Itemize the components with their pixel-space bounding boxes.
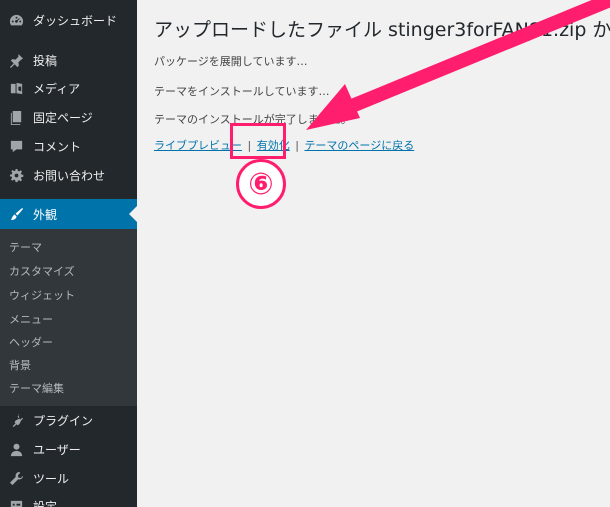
live-preview-link[interactable]: ライブプレビュー bbox=[154, 139, 242, 152]
sidebar-item-label: お問い合わせ bbox=[33, 168, 106, 183]
submenu-item-background[interactable]: 背景 bbox=[9, 357, 31, 373]
sidebar-item-posts[interactable]: 投稿 bbox=[0, 47, 137, 73]
step-number-badge: ⑥ bbox=[236, 159, 286, 209]
page-icon bbox=[8, 109, 24, 125]
sidebar-item-comments[interactable]: コメント bbox=[0, 133, 137, 159]
activate-highlight-box bbox=[230, 123, 286, 159]
back-to-themes-link[interactable]: テーマのページに戻る bbox=[304, 139, 414, 152]
sidebar-item-label: 投稿 bbox=[33, 53, 58, 68]
sidebar-item-contact[interactable]: お問い合わせ bbox=[0, 162, 137, 188]
user-icon bbox=[8, 441, 24, 457]
wp-admin-window: ダッシュボード 投稿 メディア 固定ページ コメント お問い合わせ 外観 テーマ… bbox=[0, 0, 610, 507]
sidebar-item-media[interactable]: メディア bbox=[0, 75, 137, 101]
submenu-item-theme-editor[interactable]: テーマ編集 bbox=[9, 380, 64, 396]
plugin-icon bbox=[8, 412, 24, 428]
sidebar-item-label: ダッシュボード bbox=[33, 13, 118, 28]
admin-sidebar: ダッシュボード 投稿 メディア 固定ページ コメント お問い合わせ 外観 テーマ… bbox=[0, 0, 137, 507]
link-separator: | bbox=[295, 139, 299, 152]
sidebar-item-label: 固定ページ bbox=[33, 110, 93, 125]
sidebar-item-label: ツール bbox=[33, 471, 70, 486]
sidebar-item-plugins[interactable]: プラグイン bbox=[0, 407, 137, 433]
status-message-installing: テーマをインストールしています… bbox=[154, 85, 330, 98]
submenu-item-customize[interactable]: カスタマイズ bbox=[9, 263, 75, 279]
sidebar-item-tools[interactable]: ツール bbox=[0, 465, 137, 491]
submenu-item-menus[interactable]: メニュー bbox=[9, 311, 53, 327]
sidebar-item-appearance[interactable]: 外観 bbox=[0, 199, 137, 229]
appearance-icon bbox=[8, 206, 24, 222]
submenu-item-header[interactable]: ヘッダー bbox=[9, 334, 53, 350]
active-pointer bbox=[129, 206, 137, 222]
sidebar-item-users[interactable]: ユーザー bbox=[0, 436, 137, 462]
sidebar-item-label: 外観 bbox=[33, 207, 58, 222]
status-message-unpacking: パッケージを展開しています… bbox=[154, 55, 308, 68]
appearance-submenu: テーマ カスタマイズ ウィジェット メニュー ヘッダー 背景 テーマ編集 bbox=[0, 229, 137, 406]
sidebar-item-label: プラグイン bbox=[33, 413, 94, 428]
sidebar-item-label: 設定 bbox=[33, 499, 58, 507]
page-title: アップロードしたファイル stinger3forFANS1.zip からテ bbox=[154, 19, 610, 41]
sidebar-item-pages[interactable]: 固定ページ bbox=[0, 104, 137, 130]
wrench-icon bbox=[8, 470, 24, 486]
pin-icon bbox=[8, 52, 24, 68]
submenu-item-themes[interactable]: テーマ bbox=[9, 239, 42, 255]
sidebar-item-settings[interactable]: 設定 bbox=[0, 493, 137, 507]
sidebar-item-dashboard[interactable]: ダッシュボード bbox=[0, 7, 137, 33]
sidebar-item-label: メディア bbox=[33, 81, 81, 96]
settings-icon bbox=[8, 498, 24, 507]
comment-icon bbox=[8, 138, 24, 154]
sidebar-item-label: ユーザー bbox=[33, 442, 81, 457]
media-icon bbox=[8, 80, 24, 96]
gear-icon bbox=[8, 167, 24, 183]
main-content: アップロードしたファイル stinger3forFANS1.zip からテ パッ… bbox=[137, 0, 610, 507]
dashboard-icon bbox=[8, 12, 24, 28]
sidebar-item-label: コメント bbox=[33, 139, 82, 154]
submenu-item-widgets[interactable]: ウィジェット bbox=[9, 287, 75, 303]
